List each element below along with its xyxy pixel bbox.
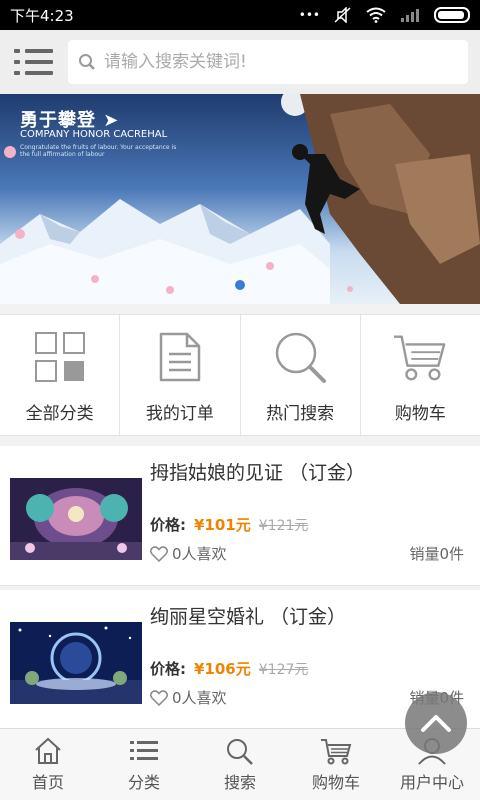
carousel-indicator[interactable] bbox=[235, 280, 245, 290]
current-price: ¥106元 bbox=[194, 660, 251, 678]
search-icon bbox=[227, 738, 253, 765]
quick-nav-label: 我的订单 bbox=[145, 404, 214, 424]
tab-label: 购物车 bbox=[311, 772, 360, 792]
cart-icon bbox=[321, 738, 352, 764]
quick-nav: 全部分类 我的订单 热门搜索 购物车 bbox=[0, 314, 480, 436]
likes-count: 0人喜欢 bbox=[172, 545, 227, 563]
home-icon bbox=[35, 737, 61, 764]
tab-label: 用户中心 bbox=[399, 772, 464, 792]
product-image[interactable] bbox=[10, 622, 142, 704]
tab-label: 分类 bbox=[127, 772, 160, 792]
quick-nav-label: 全部分类 bbox=[25, 404, 94, 424]
top-search-bar bbox=[0, 30, 480, 94]
product-image[interactable] bbox=[10, 478, 142, 560]
quick-nav-all-categories[interactable]: 全部分类 bbox=[0, 315, 121, 435]
price-row: 价格: ¥106元 ¥127元 bbox=[150, 658, 308, 679]
search-icon bbox=[275, 332, 327, 383]
document-icon bbox=[159, 332, 201, 382]
quick-nav-my-orders[interactable]: 我的订单 bbox=[120, 315, 241, 435]
tab-categories[interactable]: 分类 bbox=[96, 729, 192, 800]
banner-carousel[interactable]: 勇于攀登 ➤ COMPANY HONOR CACREHAL Congratula… bbox=[0, 94, 480, 304]
signal-icon bbox=[401, 9, 419, 22]
quick-nav-cart[interactable]: 购物车 bbox=[361, 315, 480, 435]
tab-home[interactable]: 首页 bbox=[0, 729, 96, 800]
back-to-top-button[interactable] bbox=[405, 692, 467, 754]
price-label: 价格: bbox=[150, 516, 186, 534]
banner-subtitle: COMPANY HONOR CACREHAL bbox=[20, 129, 168, 140]
likes-count: 0人喜欢 bbox=[172, 689, 227, 707]
chevron-up-icon bbox=[421, 715, 451, 732]
quick-nav-hot-search[interactable]: 热门搜索 bbox=[241, 315, 361, 435]
heart-icon bbox=[150, 545, 168, 562]
more-icon: ••• bbox=[298, 8, 320, 22]
banner-fine-print: Congratulate the fruits of labour. Your … bbox=[20, 144, 177, 158]
battery-icon bbox=[434, 7, 470, 23]
original-price: ¥121元 bbox=[258, 518, 309, 534]
likes[interactable]: 0人喜欢 bbox=[150, 543, 227, 564]
sales-count: 销量0件 bbox=[409, 545, 464, 563]
product-title[interactable]: 绚丽星空婚礼 （订金） bbox=[150, 602, 346, 629]
status-time: 下午4:23 bbox=[10, 6, 74, 25]
search-icon bbox=[79, 54, 95, 70]
product-title[interactable]: 拇指姑娘的见证 （订金） bbox=[150, 458, 365, 485]
current-price: ¥101元 bbox=[194, 516, 251, 534]
price-row: 价格: ¥101元 ¥121元 bbox=[150, 514, 308, 535]
tab-search[interactable]: 搜索 bbox=[192, 729, 288, 800]
quick-nav-label: 购物车 bbox=[394, 404, 446, 424]
heart-icon bbox=[150, 689, 168, 706]
search-field[interactable] bbox=[68, 40, 468, 84]
grid-icon bbox=[34, 332, 85, 382]
quick-nav-label: 热门搜索 bbox=[266, 404, 335, 424]
status-icons: ••• bbox=[299, 7, 470, 23]
status-bar: 下午4:23 ••• bbox=[0, 0, 480, 30]
original-price: ¥127元 bbox=[258, 662, 309, 678]
tab-cart[interactable]: 购物车 bbox=[288, 729, 384, 800]
price-label: 价格: bbox=[150, 660, 186, 678]
search-input[interactable] bbox=[104, 52, 444, 72]
product-card[interactable]: 拇指姑娘的见证 （订金） 价格: ¥101元 ¥121元 0人喜欢 销量0件 bbox=[0, 446, 480, 586]
bottom-tab-bar: 首页 分类 搜索 购物车 用户中心 bbox=[0, 728, 480, 800]
likes[interactable]: 0人喜欢 bbox=[150, 687, 227, 708]
wifi-icon bbox=[366, 7, 386, 23]
cart-icon bbox=[394, 335, 446, 381]
list-icon bbox=[130, 740, 158, 760]
tab-label: 搜索 bbox=[223, 772, 256, 792]
mute-icon bbox=[334, 7, 351, 23]
menu-button[interactable] bbox=[0, 30, 66, 94]
tab-label: 首页 bbox=[31, 772, 64, 792]
